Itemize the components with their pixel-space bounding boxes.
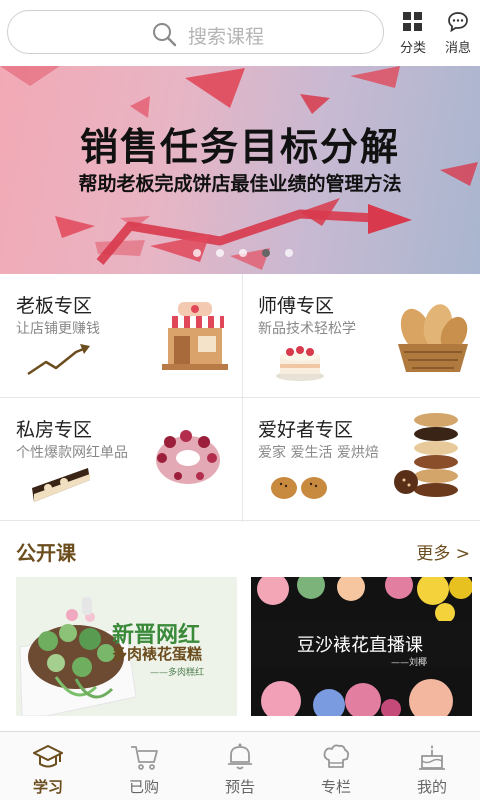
zone-title: 师傅专区 [258,295,335,317]
promo-banner[interactable]: 销售任务目标分解 帮助老板完成饼店最佳业绩的管理方法 [0,66,480,274]
message-label: 消息 [444,41,471,56]
course-card[interactable]: 新晋网红 多肉裱花蛋糕 ——多肉糕红 [16,577,237,716]
course-author: ——刘椰 [391,658,428,668]
carousel-dot[interactable] [239,249,247,257]
zone-title: 爱好者专区 [258,419,354,441]
grid-icon [403,12,422,31]
search-placeholder: 搜索课程 [188,26,265,48]
nav-label: 我的 [416,778,447,796]
more-link[interactable]: 更多 > [416,539,470,564]
carousel-dot[interactable] [193,249,201,257]
bell-icon [228,743,252,770]
banner-subtitle: 帮助老板完成饼店最佳业绩的管理方法 [78,173,402,195]
category-button[interactable]: 分类 [393,10,433,56]
strawberry-cake-icon [276,346,324,381]
zone-boss[interactable]: 老板专区 让店铺更赚钱 [0,274,240,398]
carousel-dot[interactable] [216,249,224,257]
nav-label: 预告 [224,778,255,796]
top-bar: 搜索课程 分类 消息 [0,0,480,66]
cake-icon [419,745,445,770]
chef-hat-icon [323,744,350,768]
nav-item-preview[interactable]: 预告 [192,732,288,800]
banner-title: 销售任务目标分解 [79,125,400,169]
message-button[interactable]: 消息 [438,10,478,56]
zone-subtitle: 新品技术轻松学 [258,321,356,337]
course-card[interactable]: 豆沙裱花直播课 ——刘椰 [251,577,472,716]
cake-slice-icon [32,468,90,502]
zone-subtitle: 让店铺更赚钱 [16,321,100,337]
search-icon [153,23,177,47]
carousel-dot[interactable] [285,249,293,257]
zone-master[interactable]: 师傅专区 新品技术轻松学 [242,274,480,398]
bottom-nav: 学习 已购 预告 专栏 我的 [0,731,480,800]
zones-grid: 老板专区 让店铺更赚钱 师傅专区 新品技术轻松学 私房专区 个性爆款网红单品 爱… [0,274,480,522]
shop-icon [162,302,228,370]
zone-subtitle: 爱家 爱生活 爱烘焙 [258,445,379,461]
course-subtitle: 多肉裱花蛋糕 [112,645,203,663]
buns-icon [271,477,327,499]
open-class-header: 公开课 更多 > [0,525,480,575]
cart-icon [131,746,158,770]
section-title: 公开课 [16,541,76,565]
nav-label: 已购 [128,778,159,796]
zone-title: 老板专区 [16,295,93,317]
course-title: 豆沙裱花直播课 [297,635,423,656]
bread-basket-icon [398,304,468,372]
app-root: 搜索课程 分类 消息 销售任务目标分解 帮助老板完成饼店最佳业绩的管理方法 老板… [0,0,480,800]
nav-item-purchased[interactable]: 已购 [96,732,192,800]
search-bar[interactable]: 搜索课程 [7,10,384,54]
graduation-cap-icon [33,744,63,768]
carousel-indicator [193,249,293,259]
nav-item-learn[interactable]: 学习 [0,732,96,800]
nav-item-column[interactable]: 专栏 [288,732,384,800]
zone-subtitle: 个性爆款网红单品 [16,445,128,461]
nav-label: 专栏 [320,778,351,796]
category-label: 分类 [399,41,426,56]
trend-arrow-icon [27,344,90,376]
zone-hobbyist[interactable]: 爱好者专区 爱家 爱生活 爱烘焙 [242,398,480,522]
message-icon [448,12,468,33]
carousel-dot-active[interactable] [262,249,270,257]
cookie-stack-icon [394,413,458,497]
donut-cake-icon [156,430,220,484]
course-author: ——多肉糕红 [150,668,205,678]
nav-item-mine[interactable]: 我的 [384,732,480,800]
zone-private[interactable]: 私房专区 个性爆款网红单品 [0,398,240,522]
nav-label: 学习 [32,778,63,796]
zone-title: 私房专区 [16,419,93,441]
